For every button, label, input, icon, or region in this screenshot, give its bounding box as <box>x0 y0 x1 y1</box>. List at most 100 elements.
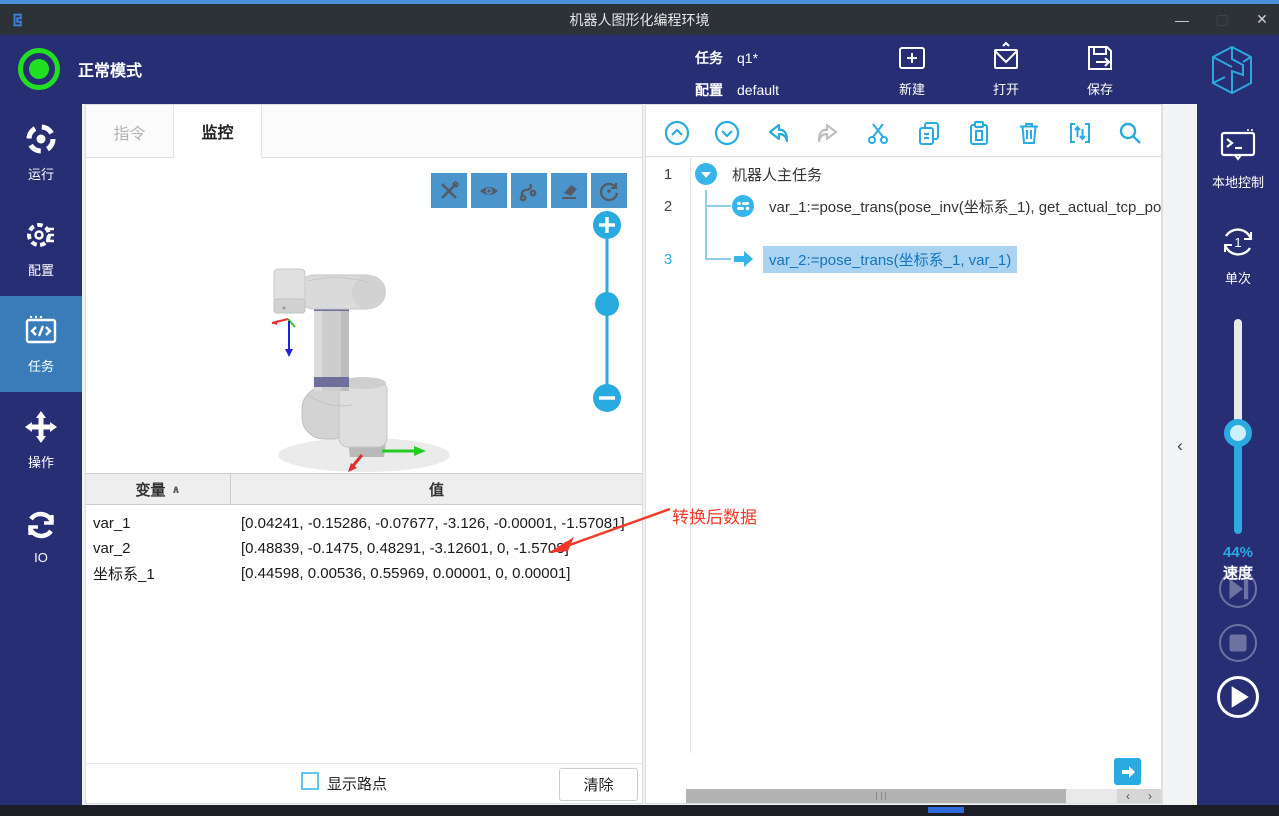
task-code-icon <box>23 313 59 349</box>
speed-slider[interactable] <box>1226 319 1250 534</box>
scroll-right-arrow[interactable]: › <box>1139 789 1161 803</box>
open-file-icon <box>989 41 1023 75</box>
save-task-button[interactable]: 保存 <box>1068 41 1132 98</box>
status-indicator <box>18 48 60 90</box>
slider-handle[interactable] <box>1224 419 1252 447</box>
replace-icon <box>1067 120 1093 146</box>
local-control-icon <box>1218 126 1258 166</box>
robot-3d-viewport[interactable] <box>86 159 642 473</box>
assignment-node-icon <box>731 194 755 218</box>
copy-icon <box>916 120 942 146</box>
panel-collapse-strip: ‹ <box>1162 104 1197 816</box>
line-number: 1 <box>646 166 690 183</box>
new-task-button[interactable]: 新建 <box>880 41 944 98</box>
brand-cube-icon <box>1203 41 1261 99</box>
replace-button[interactable] <box>1063 116 1097 150</box>
config-value: default <box>737 77 779 103</box>
paste-button[interactable] <box>962 116 996 150</box>
program-line[interactable]: 2 var_1:=pose_trans(pose_inv(坐标系_1), get… <box>646 190 1161 222</box>
tab-monitor[interactable]: 监控 <box>174 105 262 158</box>
column-variable[interactable]: 变量 ∧ <box>86 474 231 504</box>
io-swap-icon <box>23 507 59 543</box>
new-file-icon <box>895 41 929 75</box>
single-cycle-icon: 1 <box>1218 222 1258 262</box>
tab-instruction[interactable]: 指令 <box>86 105 174 158</box>
move-up-button[interactable] <box>660 116 694 150</box>
horizontal-scrollbar[interactable]: ‹ › <box>686 789 1161 803</box>
zoom-in-button[interactable] <box>593 211 621 239</box>
program-line[interactable]: 1 机器人主任务 <box>646 158 828 190</box>
program-toolbar <box>646 109 1161 157</box>
minimize-button[interactable]: — <box>1173 12 1191 28</box>
program-tree: 1 机器人主任务 2 var_1:=pose_trans(pose_inv(坐标… <box>646 158 1161 753</box>
sidebar-item-task[interactable]: 任务 <box>0 296 82 392</box>
single-cycle-button[interactable]: 1 单次 <box>1197 222 1279 287</box>
monitor-panel: 指令 监控 <box>85 104 643 804</box>
stop-button[interactable] <box>1219 624 1257 662</box>
eye-icon <box>478 180 500 202</box>
undo-icon <box>765 120 791 146</box>
collapse-node-icon[interactable] <box>694 162 718 186</box>
variable-name: var_2 <box>86 540 231 557</box>
settings-gear-icon <box>23 217 59 253</box>
table-header: 变量 ∧ 值 <box>86 473 642 505</box>
visibility-button[interactable] <box>471 173 507 208</box>
undo-button[interactable] <box>761 116 795 150</box>
path-button[interactable] <box>511 173 547 208</box>
sidebar-item-config[interactable]: 配置 <box>0 200 82 296</box>
step-button[interactable] <box>1219 570 1257 608</box>
scrollbar-track[interactable] <box>1066 789 1117 803</box>
show-waypoints-label: 显示路点 <box>327 773 387 794</box>
play-button[interactable] <box>1217 676 1259 718</box>
task-label: 任务 <box>695 45 723 71</box>
line-number: 2 <box>646 198 690 215</box>
svg-text:1: 1 <box>1234 235 1241 250</box>
application-window: 机器人图形化编程环境 — ▢ ✕ 正常模式 任务 q1* 配置 default <box>0 0 1279 816</box>
variable-value: [0.48839, -0.1475, 0.48291, -3.12601, 0,… <box>231 540 642 557</box>
show-waypoints-checkbox[interactable] <box>301 772 319 790</box>
eraser-button[interactable] <box>551 173 587 208</box>
path-icon <box>518 180 540 202</box>
close-button[interactable]: ✕ <box>1253 11 1271 28</box>
program-line-selected[interactable]: 3 var_2:=pose_trans(坐标系_1, var_1) <box>646 243 1017 275</box>
program-statement: var_2:=pose_trans(坐标系_1, var_1) <box>763 246 1017 273</box>
scroll-right-button[interactable] <box>1114 758 1141 785</box>
copy-button[interactable] <box>912 116 946 150</box>
move-down-button[interactable] <box>710 116 744 150</box>
delete-button[interactable] <box>1012 116 1046 150</box>
zoom-slider-handle[interactable] <box>595 292 619 316</box>
cut-button[interactable] <box>861 116 895 150</box>
local-control-button[interactable]: 本地控制 <box>1197 126 1279 191</box>
line-number: 3 <box>646 251 690 268</box>
zoom-out-button[interactable] <box>593 384 621 412</box>
mode-label: 正常模式 <box>78 57 142 81</box>
viewport-toolbar <box>431 173 627 208</box>
scroll-left-arrow[interactable]: ‹ <box>1117 789 1139 803</box>
move-down-icon <box>714 120 740 146</box>
sidebar-item-operate[interactable]: 操作 <box>0 392 82 488</box>
scrollbar-grip-icon <box>876 792 886 800</box>
sidebar-item-io[interactable]: IO <box>0 488 82 584</box>
sort-caret-icon: ∧ <box>172 483 181 496</box>
bottom-edge-strip <box>0 805 1279 816</box>
collapse-panel-button[interactable]: ‹ <box>1170 434 1190 458</box>
tools-button[interactable] <box>431 173 467 208</box>
header: 正常模式 任务 q1* 配置 default 新建 <box>0 35 1279 104</box>
variable-value: [0.44598, 0.00536, 0.55969, 0.00001, 0, … <box>231 565 642 582</box>
open-task-button[interactable]: 打开 <box>974 41 1038 98</box>
table-row[interactable]: var_2 [0.48839, -0.1475, 0.48291, -3.126… <box>86 536 642 561</box>
tab-bar: 指令 监控 <box>86 105 642 158</box>
maximize-button[interactable]: ▢ <box>1213 11 1231 28</box>
scrollbar-thumb[interactable] <box>686 789 1066 803</box>
redo-icon <box>815 120 841 146</box>
speed-value: 44% <box>1197 544 1279 561</box>
reset-view-button[interactable] <box>591 173 627 208</box>
task-value: q1* <box>737 45 758 71</box>
column-value: 值 <box>231 474 642 504</box>
clear-button[interactable]: 清除 <box>559 768 638 801</box>
table-row[interactable]: 坐标系_1 [0.44598, 0.00536, 0.55969, 0.0000… <box>86 561 642 586</box>
search-button[interactable] <box>1113 116 1147 150</box>
table-row[interactable]: var_1 [0.04241, -0.15286, -0.07677, -3.1… <box>86 511 642 536</box>
sidebar-item-run[interactable]: 运行 <box>0 104 82 200</box>
redo-button[interactable] <box>811 116 845 150</box>
